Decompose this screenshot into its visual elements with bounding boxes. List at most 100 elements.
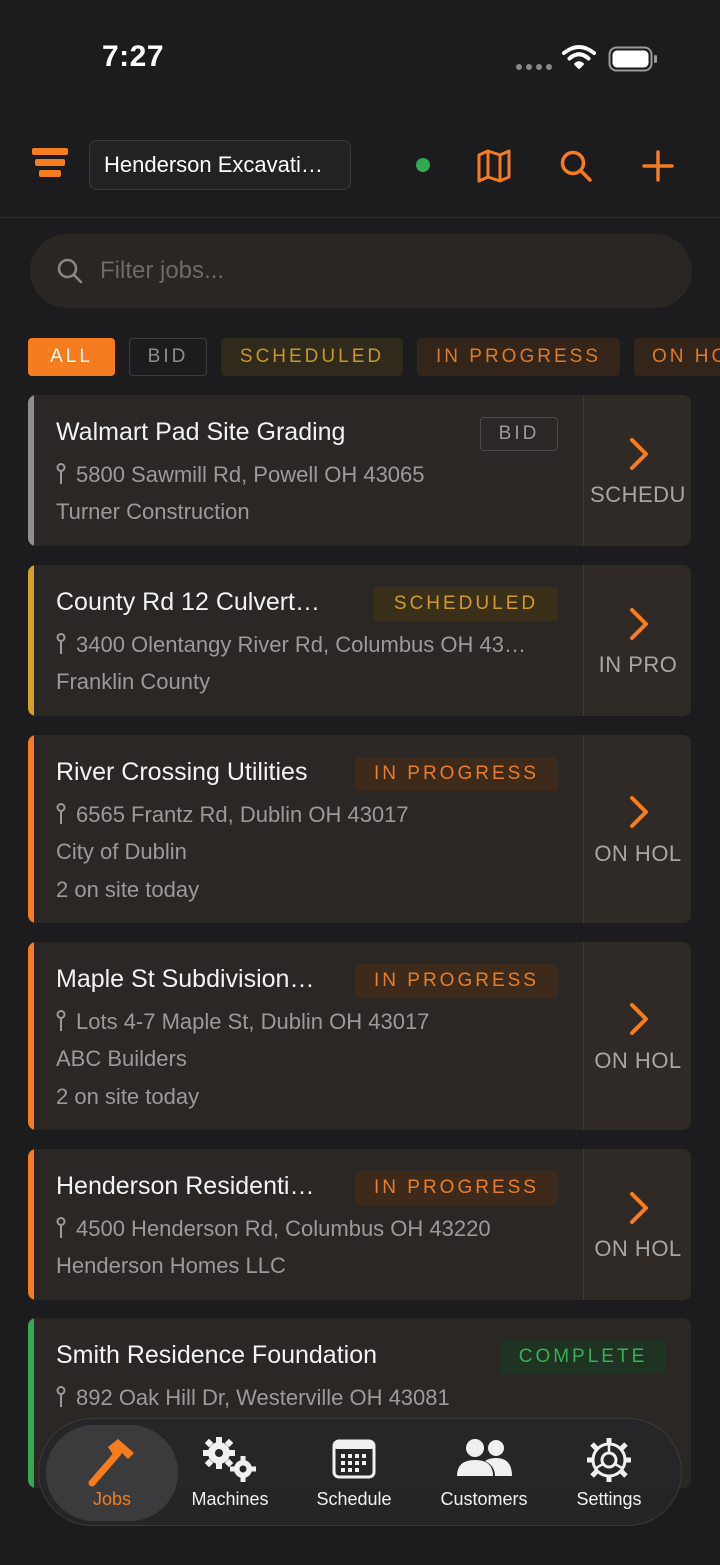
status-badge: IN PROGRESS: [355, 757, 558, 791]
tab-customers[interactable]: Customers: [429, 1419, 539, 1527]
tab-label: Schedule: [316, 1489, 392, 1509]
pin-icon: [56, 463, 66, 485]
filter-jobs-bar: [30, 234, 692, 308]
tab-label: Machines: [191, 1489, 269, 1509]
chevron-right-icon: [630, 608, 648, 640]
job-address-text: 3400 Olentangy River Rd, Columbus OH 43…: [76, 632, 526, 657]
settings-icon: [587, 1438, 631, 1482]
advance-status-button[interactable]: SCHEDU: [583, 395, 691, 546]
battery-icon: [608, 46, 657, 72]
pin-icon: [56, 1386, 66, 1408]
status-accent-bar: [28, 735, 34, 923]
status-accent-bar: [28, 565, 34, 716]
search-button[interactable]: [556, 146, 596, 186]
app-header: Henderson Excavati…: [0, 110, 720, 218]
job-customer: Franklin County: [56, 669, 211, 694]
job-card[interactable]: Maple St Subdivision… IN PROGRESS Lots 4…: [28, 942, 691, 1130]
job-customer: Turner Construction: [56, 499, 250, 524]
pin-icon: [56, 1217, 66, 1239]
job-card[interactable]: County Rd 12 Culvert… SCHEDULED 3400 Ole…: [28, 565, 691, 716]
status-accent-bar: [28, 1318, 34, 1488]
advance-status-button[interactable]: ON HOL: [583, 735, 691, 923]
chevron-right-icon: [630, 1003, 648, 1035]
job-address-text: 5800 Sawmill Rd, Powell OH 43065: [76, 462, 425, 487]
job-address-text: 4500 Henderson Rd, Columbus OH 43220: [76, 1216, 491, 1241]
next-status-label: IN PRO: [598, 652, 678, 677]
filter-chip-all[interactable]: ALL: [28, 338, 115, 376]
next-status-label: ON HOL: [594, 1048, 682, 1073]
job-address-text: 892 Oak Hill Dr, Westerville OH 43081: [76, 1385, 450, 1410]
filter-chip-in-progress[interactable]: IN PROGRESS: [417, 338, 620, 376]
filter-chip-on-hold[interactable]: ON HO: [634, 338, 720, 376]
next-status-label: ON HOL: [594, 1236, 682, 1261]
filter-chip-bid[interactable]: BID: [129, 338, 207, 376]
advance-status-button[interactable]: ON HOL: [583, 942, 691, 1130]
job-address: 892 Oak Hill Dr, Westerville OH 43081: [56, 1385, 450, 1411]
job-title: Walmart Pad Site Grading: [56, 418, 346, 446]
tab-label: Customers: [440, 1489, 528, 1509]
map-icon: [477, 149, 511, 183]
filter-chip-scheduled[interactable]: SCHEDULED: [221, 338, 403, 376]
status-accent-bar: [28, 1149, 34, 1300]
job-address: 4500 Henderson Rd, Columbus OH 43220: [56, 1216, 491, 1242]
job-card[interactable]: River Crossing Utilities IN PROGRESS 656…: [28, 735, 691, 923]
status-badge: COMPLETE: [500, 1340, 666, 1374]
job-address: Lots 4-7 Maple St, Dublin OH 43017: [56, 1009, 429, 1035]
map-button[interactable]: [474, 146, 514, 186]
pin-icon: [56, 803, 66, 825]
status-bar: 7:27: [0, 0, 720, 110]
job-address-text: 6565 Frantz Rd, Dublin OH 43017: [76, 802, 409, 827]
search-icon: [57, 258, 83, 284]
job-title: Maple St Subdivision…: [56, 965, 315, 993]
job-card[interactable]: Walmart Pad Site Grading BID 5800 Sawmil…: [28, 395, 691, 546]
status-filter-chips: ALL BID SCHEDULED IN PROGRESS ON HO: [0, 338, 720, 378]
search-icon: [560, 150, 592, 182]
plus-icon: [642, 150, 674, 182]
tab-jobs[interactable]: Jobs: [46, 1425, 178, 1521]
job-address: 3400 Olentangy River Rd, Columbus OH 43…: [56, 632, 526, 658]
status-accent-bar: [28, 942, 34, 1130]
wifi-icon: [562, 45, 596, 69]
next-status-label: SCHEDU: [590, 482, 686, 507]
chevron-right-icon: [630, 438, 648, 470]
hammer-icon: [88, 1439, 134, 1487]
job-title: River Crossing Utilities: [56, 758, 308, 786]
cellular-signal-icon: [516, 64, 552, 70]
job-customer: Henderson Homes LLC: [56, 1253, 286, 1278]
tab-label: Settings: [576, 1489, 642, 1509]
add-job-button[interactable]: [638, 146, 678, 186]
onsite-count: 2 on site today: [56, 1084, 200, 1109]
status-accent-bar: [28, 395, 34, 546]
users-icon: [457, 1439, 512, 1476]
job-address: 5800 Sawmill Rd, Powell OH 43065: [56, 462, 425, 488]
status-time: 7:27: [102, 40, 165, 73]
job-title: Henderson Residenti…: [56, 1172, 315, 1200]
pin-icon: [56, 1010, 66, 1032]
layers-icon[interactable]: [32, 148, 68, 178]
tab-schedule[interactable]: Schedule: [301, 1419, 407, 1527]
company-selector[interactable]: Henderson Excavati…: [89, 140, 351, 190]
status-badge: IN PROGRESS: [355, 1171, 558, 1205]
tab-settings[interactable]: Settings: [559, 1419, 659, 1527]
online-status-indicator: [416, 158, 430, 172]
bottom-tab-bar: Jobs Machines Schedule Customers Setting…: [38, 1418, 682, 1526]
job-address: 6565 Frantz Rd, Dublin OH 43017: [56, 802, 409, 828]
advance-status-button[interactable]: ON HOL: [583, 1149, 691, 1300]
job-card[interactable]: Henderson Residenti… IN PROGRESS 4500 He…: [28, 1149, 691, 1300]
job-title: Smith Residence Foundation: [56, 1341, 378, 1369]
tab-label: Jobs: [92, 1489, 132, 1509]
chevron-right-icon: [630, 1192, 648, 1224]
gears-icon: [203, 1437, 256, 1482]
job-customer: City of Dublin: [56, 839, 187, 864]
tab-machines[interactable]: Machines: [179, 1419, 281, 1527]
advance-status-button[interactable]: IN PRO: [583, 565, 691, 716]
onsite-count: 2 on site today: [56, 877, 200, 902]
job-address-text: Lots 4-7 Maple St, Dublin OH 43017: [76, 1009, 430, 1034]
job-customer: ABC Builders: [56, 1046, 187, 1071]
status-badge: IN PROGRESS: [355, 964, 558, 998]
pin-icon: [56, 633, 66, 655]
filter-jobs-input[interactable]: [100, 234, 670, 308]
next-status-label: ON HOL: [594, 841, 682, 866]
status-badge: BID: [480, 417, 558, 451]
status-badge: SCHEDULED: [374, 587, 558, 621]
